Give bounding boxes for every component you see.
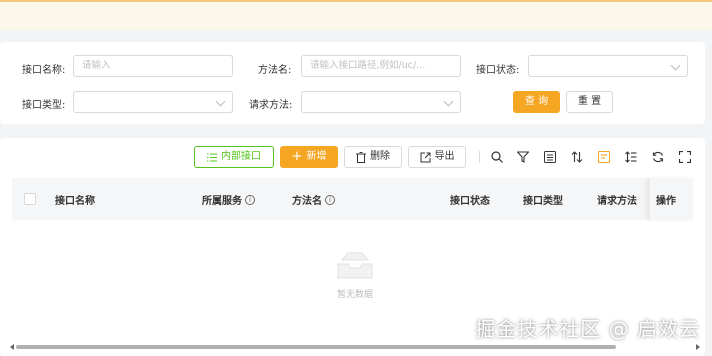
chevron-down-icon: [215, 96, 226, 107]
scroll-left-icon[interactable]: [10, 344, 14, 350]
chevron-down-icon: [443, 96, 454, 107]
interface-name-label: 接口名称:: [22, 65, 66, 76]
scrollbar-thumb[interactable]: [16, 345, 616, 349]
empty-state: 暂无数据: [320, 252, 390, 300]
col-interface-name: 接口名称: [55, 196, 95, 207]
list-view-icon[interactable]: [543, 150, 557, 164]
search-icon[interactable]: [490, 150, 504, 164]
col-actions-wrapper: 操作: [649, 178, 693, 220]
chevron-down-icon: [670, 60, 681, 71]
internal-interface-button[interactable]: 内部接口: [194, 146, 274, 168]
delete-label: 删除: [370, 151, 390, 162]
column-settings-icon[interactable]: [597, 150, 611, 164]
watermark: 掘金技术社区 @ 启效云: [475, 317, 700, 341]
fullscreen-icon[interactable]: [678, 150, 692, 164]
export-label: 导出: [434, 151, 455, 162]
col-interface-status: 接口状态: [450, 196, 490, 207]
add-label: 新增: [306, 151, 327, 162]
refresh-icon[interactable]: [651, 150, 665, 164]
interface-status-select[interactable]: [528, 55, 688, 77]
interface-status-label: 接口状态:: [476, 65, 520, 76]
interface-name-input[interactable]: 请输入: [73, 55, 233, 77]
filter-icon[interactable]: [516, 150, 530, 164]
top-banner: [0, 0, 712, 30]
col-service: 所属服务 i: [202, 192, 255, 207]
method-name-input[interactable]: 请输入接口路径,例如/uc/...: [301, 55, 461, 77]
list-icon: [207, 153, 217, 161]
info-icon: i: [325, 194, 335, 205]
delete-button[interactable]: 删除: [344, 146, 402, 168]
horizontal-scrollbar[interactable]: [10, 344, 700, 350]
col-interface-type: 接口类型: [523, 196, 563, 207]
plus-icon: +: [291, 149, 303, 164]
interface-type-label: 接口类型:: [22, 100, 66, 111]
method-name-label: 方法名:: [258, 65, 292, 76]
info-icon: i: [245, 194, 255, 205]
scroll-right-icon[interactable]: [696, 344, 700, 350]
add-button[interactable]: + 新增: [280, 146, 338, 168]
request-method-label: 请求方法:: [249, 100, 293, 111]
density-icon[interactable]: [624, 150, 638, 164]
interface-type-select[interactable]: [73, 91, 233, 113]
trash-icon: [356, 151, 366, 163]
internal-interface-label: 内部接口: [221, 151, 261, 162]
query-button[interactable]: 查 询: [513, 91, 560, 113]
empty-box-icon: [337, 252, 373, 279]
select-all-checkbox[interactable]: [24, 193, 36, 205]
reset-button[interactable]: 重 置: [566, 91, 613, 113]
empty-text: 暂无数据: [336, 290, 373, 300]
request-method-select[interactable]: [301, 91, 461, 113]
export-button[interactable]: 导出: [408, 146, 466, 168]
col-method-name: 方法名 i: [292, 192, 335, 207]
toolbar-divider: [479, 151, 480, 163]
col-request-method: 请求方法: [597, 196, 637, 207]
export-icon: [420, 152, 430, 162]
table-header: 接口名称 所属服务 i 方法名 i 接口状态 接口类型 请求方法 操作: [12, 178, 693, 220]
sort-icon[interactable]: [570, 150, 584, 164]
search-panel: 接口名称: 请输入 方法名: 请输入接口路径,例如/uc/... 接口状态: 接…: [0, 42, 705, 124]
col-actions: 操作: [656, 196, 676, 207]
